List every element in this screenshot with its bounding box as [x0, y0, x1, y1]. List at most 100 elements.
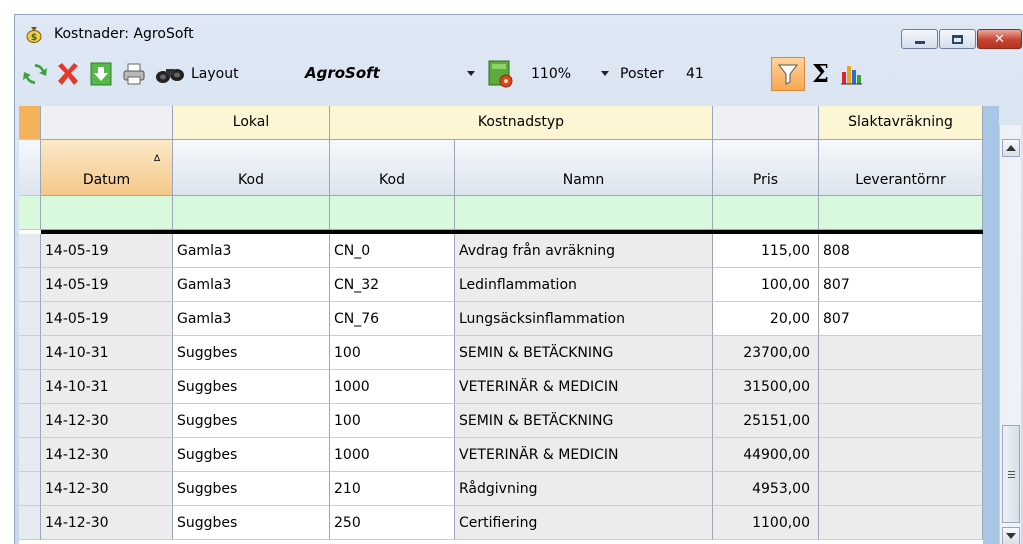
- chart-icon: [841, 66, 862, 85]
- cell-datum[interactable]: 14-10-31: [41, 336, 173, 370]
- cell-pris[interactable]: 100,00: [713, 268, 819, 302]
- cell-pris[interactable]: 25151,00: [713, 404, 819, 438]
- scroll-down-button[interactable]: [1002, 527, 1020, 544]
- download-button[interactable]: [87, 59, 115, 89]
- grid-corner[interactable]: [19, 106, 41, 140]
- cell-lokal-kod[interactable]: Suggbes: [173, 370, 330, 404]
- cell-lokal-kod[interactable]: Suggbes: [173, 336, 330, 370]
- cell-namn[interactable]: Rådgivning: [455, 472, 713, 506]
- cell-datum[interactable]: 14-12-30: [41, 506, 173, 540]
- close-button[interactable]: ✕: [977, 29, 1022, 49]
- cell-pris[interactable]: 4953,00: [713, 472, 819, 506]
- cell-kostnad-kod[interactable]: 1000: [330, 438, 455, 472]
- row-selector[interactable]: [19, 302, 41, 336]
- search-button[interactable]: [153, 59, 187, 89]
- cell-leverantornr[interactable]: [819, 472, 983, 506]
- cell-datum[interactable]: 14-10-31: [41, 370, 173, 404]
- cell-namn[interactable]: Lungsäcksinflammation: [455, 302, 713, 336]
- cell-leverantornr[interactable]: [819, 370, 983, 404]
- cell-leverantornr[interactable]: 807: [819, 302, 983, 336]
- cell-namn[interactable]: VETERINÄR & MEDICIN: [455, 438, 713, 472]
- cell-pris[interactable]: 115,00: [713, 234, 819, 268]
- column-header-leverantornr[interactable]: Leverantörnr: [819, 140, 983, 196]
- delete-icon: [58, 63, 78, 85]
- cell-pris[interactable]: 31500,00: [713, 370, 819, 404]
- cell-leverantornr[interactable]: 807: [819, 268, 983, 302]
- cell-datum[interactable]: 14-05-19: [41, 234, 173, 268]
- cell-lokal-kod[interactable]: Gamla3: [173, 268, 330, 302]
- cell-kostnad-kod[interactable]: CN_32: [330, 268, 455, 302]
- cell-lokal-kod[interactable]: Suggbes: [173, 404, 330, 438]
- cell-datum[interactable]: 14-12-30: [41, 404, 173, 438]
- refresh-button[interactable]: [21, 59, 49, 89]
- cell-kostnad-kod[interactable]: CN_76: [330, 302, 455, 336]
- delete-button[interactable]: [53, 59, 83, 89]
- cell-kostnad-kod[interactable]: 1000: [330, 370, 455, 404]
- cell-namn[interactable]: Avdrag från avräkning: [455, 234, 713, 268]
- filter-cell-pris[interactable]: [713, 196, 819, 230]
- print-button[interactable]: [119, 59, 149, 89]
- cell-lokal-kod[interactable]: Gamla3: [173, 302, 330, 336]
- app-money-bag-icon: $: [26, 27, 42, 43]
- cell-kostnad-kod[interactable]: 210: [330, 472, 455, 506]
- column-header-kostnad-kod[interactable]: Kod: [330, 140, 455, 196]
- cell-kostnad-kod[interactable]: 100: [330, 336, 455, 370]
- cell-leverantornr[interactable]: [819, 438, 983, 472]
- cell-namn[interactable]: VETERINÄR & MEDICIN: [455, 370, 713, 404]
- vertical-scrollbar[interactable]: [999, 125, 1021, 544]
- row-selector[interactable]: [19, 472, 41, 506]
- maximize-button[interactable]: [939, 29, 976, 49]
- filter-cell-datum[interactable]: [41, 196, 173, 230]
- cell-datum[interactable]: 14-12-30: [41, 472, 173, 506]
- cell-pris[interactable]: 23700,00: [713, 336, 819, 370]
- scroll-up-button[interactable]: [1002, 139, 1020, 157]
- row-selector[interactable]: [19, 438, 41, 472]
- download-icon: [90, 62, 112, 86]
- zoom-dropdown-icon[interactable]: [601, 71, 609, 76]
- column-header-datum[interactable]: Datum ∆: [41, 140, 173, 196]
- filter-cell-lokal[interactable]: [173, 196, 330, 230]
- cell-kostnad-kod[interactable]: 250: [330, 506, 455, 540]
- cell-lokal-kod[interactable]: Suggbes: [173, 506, 330, 540]
- cell-leverantornr[interactable]: [819, 336, 983, 370]
- row-selector[interactable]: [19, 370, 41, 404]
- cell-namn[interactable]: SEMIN & BETÄCKNING: [455, 404, 713, 438]
- filter-cell-leverantornr[interactable]: [819, 196, 983, 230]
- cell-leverantornr[interactable]: [819, 404, 983, 438]
- chart-button[interactable]: [837, 59, 865, 89]
- row-selector[interactable]: [19, 506, 41, 540]
- scroll-thumb[interactable]: [1002, 425, 1020, 523]
- filter-cell-kod[interactable]: [330, 196, 455, 230]
- column-header-pris[interactable]: Pris: [713, 140, 819, 196]
- column-header-namn[interactable]: Namn: [455, 140, 713, 196]
- cell-lokal-kod[interactable]: Suggbes: [173, 438, 330, 472]
- row-selector[interactable]: [19, 336, 41, 370]
- column-header-lokal-kod[interactable]: Kod: [173, 140, 330, 196]
- layout-select[interactable]: AgroSoft: [297, 59, 487, 87]
- layout-dropdown-icon[interactable]: [467, 71, 475, 76]
- cell-pris[interactable]: 20,00: [713, 302, 819, 336]
- row-selector[interactable]: [19, 234, 41, 268]
- cell-namn[interactable]: SEMIN & BETÄCKNING: [455, 336, 713, 370]
- cell-namn[interactable]: Certifiering: [455, 506, 713, 540]
- cell-kostnad-kod[interactable]: CN_0: [330, 234, 455, 268]
- zoom-select[interactable]: 110%: [531, 66, 571, 82]
- cell-lokal-kod[interactable]: Gamla3: [173, 234, 330, 268]
- cell-datum[interactable]: 14-12-30: [41, 438, 173, 472]
- cell-pris[interactable]: 1100,00: [713, 506, 819, 540]
- filter-cell-namn[interactable]: [455, 196, 713, 230]
- filter-button[interactable]: [771, 57, 805, 91]
- minimize-button[interactable]: [901, 29, 938, 49]
- cell-kostnad-kod[interactable]: 100: [330, 404, 455, 438]
- cell-datum[interactable]: 14-05-19: [41, 268, 173, 302]
- row-selector[interactable]: [19, 404, 41, 438]
- row-selector[interactable]: [19, 268, 41, 302]
- cell-lokal-kod[interactable]: Suggbes: [173, 472, 330, 506]
- cell-leverantornr[interactable]: 808: [819, 234, 983, 268]
- layout-settings-button[interactable]: [485, 59, 515, 89]
- cell-datum[interactable]: 14-05-19: [41, 302, 173, 336]
- cell-namn[interactable]: Ledinflammation: [455, 268, 713, 302]
- cell-leverantornr[interactable]: [819, 506, 983, 540]
- sum-button[interactable]: Σ: [812, 59, 829, 88]
- cell-pris[interactable]: 44900,00: [713, 438, 819, 472]
